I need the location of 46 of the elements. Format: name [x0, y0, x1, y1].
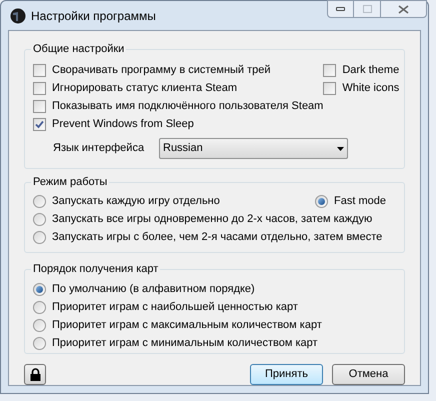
checkmark-icon [35, 120, 44, 128]
group-title: Общие настройки [31, 41, 126, 57]
radio-label: По умолчанию (в алфавитном порядке) [52, 282, 255, 297]
checkbox-label: Dark theme [342, 62, 400, 78]
checkbox[interactable] [33, 82, 46, 94]
group-title: Порядок получения карт [31, 261, 160, 277]
checkbox-label: Игнорировать статус клиента Steam [52, 80, 237, 96]
lock-button[interactable] [24, 364, 46, 385]
radio-label: Запускать каждую игру отдельно [52, 194, 220, 209]
radio-button[interactable] [33, 336, 46, 350]
checkbox[interactable] [323, 82, 336, 94]
radio-button[interactable] [33, 194, 46, 208]
minimize-button[interactable] [327, 0, 354, 18]
radio-button[interactable] [33, 212, 46, 226]
radio-button[interactable] [315, 194, 328, 208]
close-icon [398, 4, 409, 14]
radio-label: Запускать все игры одновременно до 2-х часов, затем каждую [52, 212, 372, 227]
radio-button[interactable] [33, 318, 46, 332]
maximize-icon [362, 5, 372, 13]
language-dropdown[interactable]: Russian [159, 138, 348, 159]
language-label: Язык интерфейса [53, 141, 146, 156]
radio-label: Приоритет играм с минимальным количеством карт [52, 336, 318, 351]
radio-label: Приоритет играм с наибольшей ценностью карт [52, 300, 298, 315]
checkbox[interactable] [33, 100, 46, 112]
app-logo-icon [10, 8, 26, 24]
radio-label: Запускать игры с более, чем 2-я часами отдельно, затем вместе [52, 230, 382, 245]
radio-label: Приоритет играм с максимальным количеством карт [52, 318, 322, 333]
radio-button[interactable] [33, 300, 46, 314]
checkbox-label: White icons [342, 80, 400, 96]
dropdown-arrow-icon [337, 146, 344, 150]
checkbox-label: Prevent Windows from Sleep [52, 116, 194, 132]
window-title: Настройки программы [31, 8, 156, 24]
checkbox-label: Сворачивать программу в системный трей [52, 62, 271, 78]
radio-button[interactable] [33, 230, 46, 244]
group-title: Режим работы [31, 174, 110, 190]
radio-button[interactable] [33, 282, 46, 296]
checkbox[interactable] [33, 64, 46, 76]
close-button[interactable] [380, 0, 427, 18]
checkbox[interactable] [33, 118, 46, 130]
minimize-icon [336, 7, 345, 11]
radio-label: Fast mode [334, 194, 386, 209]
dialog-button[interactable]: Принять [250, 364, 323, 385]
checkbox-label: Показывать имя подключённого пользователя Steam [52, 98, 324, 114]
checkbox[interactable] [323, 64, 336, 76]
dialog-button[interactable]: Отмена [332, 364, 405, 385]
lock-icon [30, 368, 40, 381]
